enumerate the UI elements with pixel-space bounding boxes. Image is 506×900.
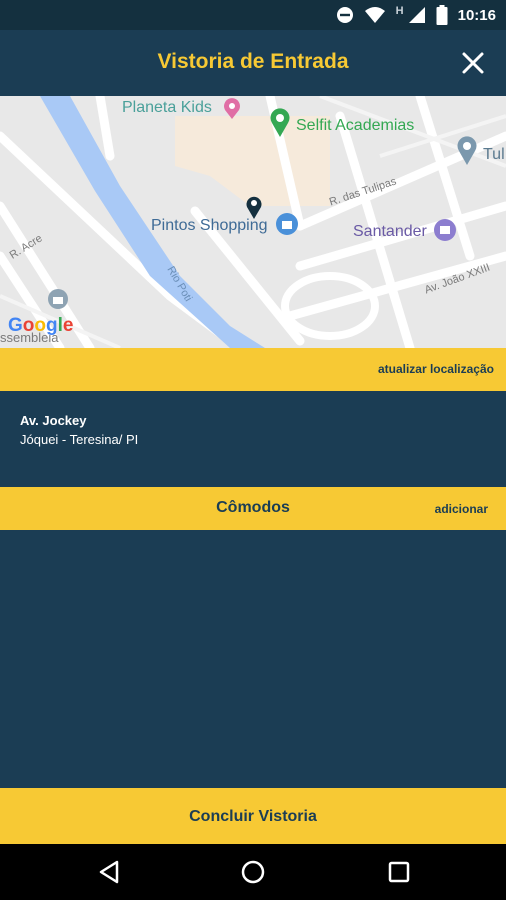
poi-tul[interactable]: Tul [483,146,505,164]
address-city: Jóquei - Teresina/ PI [20,432,139,447]
recents-icon[interactable] [385,858,413,886]
rooms-title: Cômodos [216,499,290,516]
signal-icon [408,7,425,23]
wifi-icon [364,7,385,23]
network-type-label: H [395,5,404,17]
address-street: Av. Jockey [20,413,87,428]
poi-pintos-shopping[interactable]: Pintos Shopping [151,217,268,235]
pin-icon[interactable] [456,136,478,166]
status-time: 10:16 [457,6,496,24]
poi-santander[interactable]: Santander [353,223,427,241]
rooms-list [0,530,506,788]
home-icon[interactable] [239,858,267,886]
update-location-button[interactable]: atualizar localização [378,362,494,376]
update-location-bar: atualizar localização [0,348,506,391]
close-icon[interactable] [460,50,486,76]
bank-icon[interactable] [433,218,457,242]
shopping-pin-icon[interactable] [222,98,242,120]
rooms-header: Cômodos adicionar [0,487,506,530]
battery-icon [436,5,448,25]
finish-inspection-button[interactable]: Concluir Vistoria [0,788,506,844]
status-icons: H 10:16 [336,5,496,25]
page-title: Vistoria de Entrada [157,50,349,73]
shopping-bag-icon[interactable] [275,212,299,236]
museum-icon[interactable] [47,288,69,310]
address-section: Av. Jockey Jóquei - Teresina/ PI [0,391,506,487]
poi-planeta-kids[interactable]: Planeta Kids [122,99,212,117]
status-bar: H 10:16 [0,0,506,30]
app-bar: Vistoria de Entrada [0,30,506,96]
google-logo: Google [8,315,74,336]
finish-inspection-label: Concluir Vistoria [189,808,317,825]
poi-selfit-academias[interactable]: Selfit Academias [296,117,414,135]
map-view[interactable]: Planeta Kids Selfit Academias Tul Pintos… [0,96,506,348]
pin-icon[interactable] [269,108,291,138]
add-room-button[interactable]: adicionar [435,502,488,516]
navigation-bar [0,844,506,900]
do-not-disturb-icon [336,7,353,23]
back-icon[interactable] [95,858,123,886]
